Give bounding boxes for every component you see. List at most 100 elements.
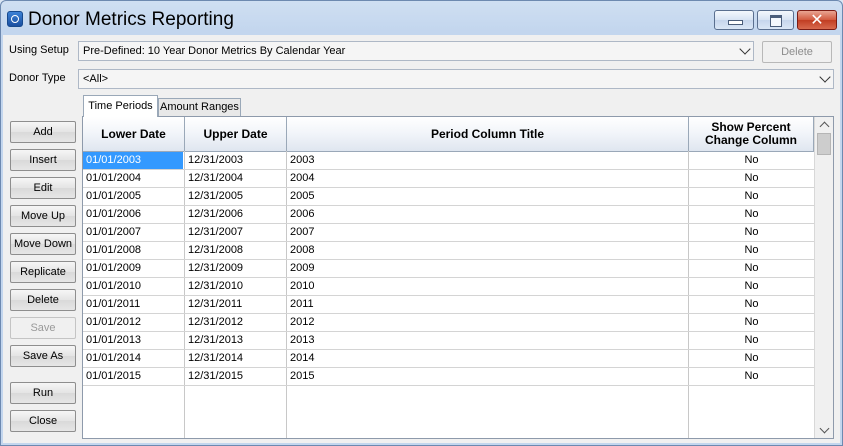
- period-title-cell[interactable]: 2006: [287, 206, 688, 223]
- close-button[interactable]: Close: [10, 410, 76, 432]
- save-as-button[interactable]: Save As: [10, 345, 76, 367]
- show-percent-cell[interactable]: No: [689, 332, 814, 349]
- lower-date-cell[interactable]: 01/01/2010: [83, 278, 184, 295]
- table-row[interactable]: 01/01/2014 12/31/2014 2014 No: [83, 350, 814, 368]
- minimize-button[interactable]: [714, 10, 754, 30]
- upper-date-cell[interactable]: 12/31/2007: [185, 224, 286, 241]
- table-row[interactable]: 01/01/2010 12/31/2010 2010 No: [83, 278, 814, 296]
- table-row[interactable]: 01/01/2006 12/31/2006 2006 No: [83, 206, 814, 224]
- period-title-cell[interactable]: 2003: [287, 152, 688, 169]
- upper-date-cell[interactable]: 12/31/2006: [185, 206, 286, 223]
- tab-amount-ranges[interactable]: Amount Ranges: [158, 98, 241, 116]
- edit-button[interactable]: Edit: [10, 177, 76, 199]
- delete-setup-button[interactable]: Delete: [762, 41, 832, 63]
- table-row[interactable]: 01/01/2003 12/31/2003 2003 No: [83, 152, 814, 170]
- lower-date-cell[interactable]: 01/01/2014: [83, 350, 184, 367]
- scroll-up-icon[interactable]: [819, 121, 830, 132]
- replicate-button[interactable]: Replicate: [10, 261, 76, 283]
- delete-button[interactable]: Delete: [10, 289, 76, 311]
- minimize-icon: [728, 20, 743, 25]
- lower-date-cell[interactable]: 01/01/2003: [83, 152, 183, 169]
- table-row[interactable]: 01/01/2007 12/31/2007 2007 No: [83, 224, 814, 242]
- table-row[interactable]: 01/01/2013 12/31/2013 2013 No: [83, 332, 814, 350]
- column-header-show-percent[interactable]: Show Percent Change Column: [689, 117, 814, 151]
- show-percent-cell[interactable]: No: [689, 188, 814, 205]
- period-title-cell[interactable]: 2011: [287, 296, 688, 313]
- close-window-button[interactable]: ✕: [797, 10, 837, 30]
- period-title-cell[interactable]: 2014: [287, 350, 688, 367]
- upper-date-cell[interactable]: 12/31/2011: [185, 296, 286, 313]
- move-down-button[interactable]: Move Down: [10, 233, 76, 255]
- upper-date-cell[interactable]: 12/31/2004: [185, 170, 286, 187]
- show-percent-cell[interactable]: No: [689, 350, 814, 367]
- upper-date-cell[interactable]: 12/31/2012: [185, 314, 286, 331]
- show-percent-cell[interactable]: No: [689, 260, 814, 277]
- table-row[interactable]: 01/01/2011 12/31/2011 2011 No: [83, 296, 814, 314]
- upper-date-cell[interactable]: 12/31/2005: [185, 188, 286, 205]
- upper-date-cell[interactable]: 12/31/2008: [185, 242, 286, 259]
- maximize-button[interactable]: [757, 10, 794, 30]
- insert-button[interactable]: Insert: [10, 149, 76, 171]
- period-title-cell[interactable]: 2015: [287, 368, 688, 385]
- show-percent-cell[interactable]: No: [689, 278, 814, 295]
- scroll-down-icon[interactable]: [819, 423, 830, 434]
- donor-type-select[interactable]: <All>: [78, 69, 834, 89]
- window-title: Donor Metrics Reporting: [28, 9, 234, 30]
- table-row[interactable]: 01/01/2009 12/31/2009 2009 No: [83, 260, 814, 278]
- title-bar[interactable]: Donor Metrics Reporting ✕: [1, 1, 842, 35]
- chevron-down-icon: [819, 71, 831, 83]
- scroll-thumb[interactable]: [817, 133, 831, 155]
- upper-date-cell[interactable]: 12/31/2013: [185, 332, 286, 349]
- lower-date-cell[interactable]: 01/01/2015: [83, 368, 184, 385]
- time-periods-table: Lower Date Upper Date Period Column Titl…: [82, 116, 834, 439]
- show-percent-cell[interactable]: No: [689, 314, 814, 331]
- table-row[interactable]: 01/01/2004 12/31/2004 2004 No: [83, 170, 814, 188]
- show-percent-cell[interactable]: No: [689, 368, 814, 385]
- show-percent-cell[interactable]: No: [689, 206, 814, 223]
- period-title-cell[interactable]: 2010: [287, 278, 688, 295]
- column-header-upper-date[interactable]: Upper Date: [185, 117, 287, 151]
- donor-metrics-window: Donor Metrics Reporting ✕ Using Setup Pr…: [0, 0, 843, 446]
- lower-date-cell[interactable]: 01/01/2005: [83, 188, 184, 205]
- period-title-cell[interactable]: 2007: [287, 224, 688, 241]
- column-header-period-title[interactable]: Period Column Title: [287, 117, 689, 151]
- period-title-cell[interactable]: 2008: [287, 242, 688, 259]
- lower-date-cell[interactable]: 01/01/2011: [83, 296, 184, 313]
- period-title-cell[interactable]: 2005: [287, 188, 688, 205]
- upper-date-cell[interactable]: 12/31/2014: [185, 350, 286, 367]
- show-percent-cell[interactable]: No: [689, 170, 814, 187]
- lower-date-cell[interactable]: 01/01/2009: [83, 260, 184, 277]
- show-percent-cell[interactable]: No: [689, 296, 814, 313]
- lower-date-cell[interactable]: 01/01/2008: [83, 242, 184, 259]
- show-percent-cell[interactable]: No: [689, 152, 814, 169]
- lower-date-cell[interactable]: 01/01/2012: [83, 314, 184, 331]
- lower-date-cell[interactable]: 01/01/2004: [83, 170, 184, 187]
- column-header-lower-date[interactable]: Lower Date: [83, 117, 185, 151]
- lower-date-cell[interactable]: 01/01/2007: [83, 224, 184, 241]
- upper-date-cell[interactable]: 12/31/2009: [185, 260, 286, 277]
- vertical-scrollbar[interactable]: [814, 117, 833, 438]
- move-up-button[interactable]: Move Up: [10, 205, 76, 227]
- upper-date-cell[interactable]: 12/31/2003: [185, 152, 286, 169]
- upper-date-cell[interactable]: 12/31/2015: [185, 368, 286, 385]
- table-row[interactable]: 01/01/2005 12/31/2005 2005 No: [83, 188, 814, 206]
- period-title-cell[interactable]: 2004: [287, 170, 688, 187]
- chevron-down-icon: [739, 43, 751, 55]
- add-button[interactable]: Add: [10, 121, 76, 143]
- setup-select[interactable]: Pre-Defined: 10 Year Donor Metrics By Ca…: [78, 41, 754, 61]
- upper-date-cell[interactable]: 12/31/2010: [185, 278, 286, 295]
- table-row[interactable]: 01/01/2015 12/31/2015 2015 No: [83, 368, 814, 386]
- period-title-cell[interactable]: 2012: [287, 314, 688, 331]
- lower-date-cell[interactable]: 01/01/2013: [83, 332, 184, 349]
- lower-date-cell[interactable]: 01/01/2006: [83, 206, 184, 223]
- table-row[interactable]: 01/01/2012 12/31/2012 2012 No: [83, 314, 814, 332]
- run-button[interactable]: Run: [10, 382, 76, 404]
- period-title-cell[interactable]: 2009: [287, 260, 688, 277]
- tab-time-periods[interactable]: Time Periods: [83, 95, 158, 117]
- show-percent-cell[interactable]: No: [689, 242, 814, 259]
- period-title-cell[interactable]: 2013: [287, 332, 688, 349]
- close-icon: ✕: [810, 10, 824, 29]
- save-button[interactable]: Save: [10, 317, 76, 339]
- show-percent-cell[interactable]: No: [689, 224, 814, 241]
- table-row[interactable]: 01/01/2008 12/31/2008 2008 No: [83, 242, 814, 260]
